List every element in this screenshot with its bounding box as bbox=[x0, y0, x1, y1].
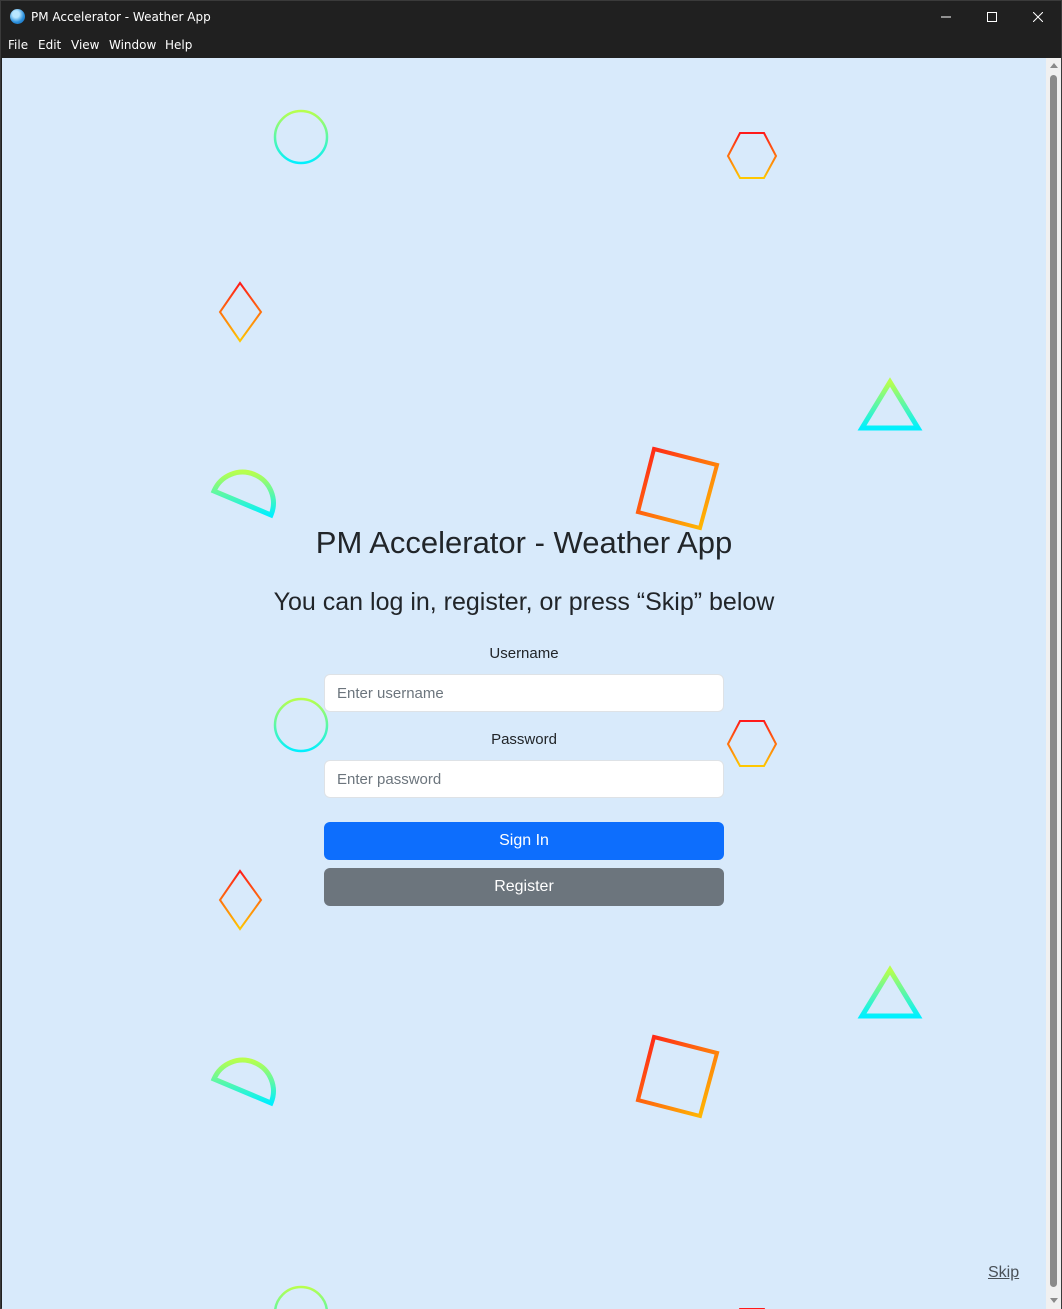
menu-edit[interactable]: Edit bbox=[38, 37, 61, 53]
close-button[interactable] bbox=[1015, 1, 1061, 33]
maximize-button[interactable] bbox=[969, 1, 1015, 33]
login-panel: PM Accelerator - Weather App You can log… bbox=[2, 58, 1046, 1309]
skip-link[interactable]: Skip bbox=[988, 1264, 1019, 1282]
page-title: PM Accelerator - Weather App bbox=[315, 525, 733, 560]
scroll-down-arrow-icon[interactable] bbox=[1050, 1298, 1058, 1303]
scroll-up-arrow-icon[interactable] bbox=[1050, 63, 1058, 68]
scrollbar-thumb[interactable] bbox=[1050, 75, 1057, 1287]
maximize-icon bbox=[987, 12, 997, 22]
password-label: Password bbox=[491, 731, 557, 748]
weather-app-icon bbox=[10, 9, 25, 24]
minimize-icon bbox=[941, 16, 951, 18]
menu-view[interactable]: View bbox=[71, 37, 99, 53]
page-subtitle: You can log in, register, or press “Skip… bbox=[273, 588, 775, 616]
username-input[interactable] bbox=[324, 674, 724, 712]
menu-bar: File Edit View Window Help bbox=[1, 33, 1061, 57]
menu-help[interactable]: Help bbox=[165, 37, 192, 53]
window-title: PM Accelerator - Weather App bbox=[31, 10, 211, 24]
vertical-scrollbar[interactable] bbox=[1046, 58, 1061, 1309]
minimize-button[interactable] bbox=[923, 1, 969, 33]
menu-file[interactable]: File bbox=[8, 37, 28, 53]
menu-window[interactable]: Window bbox=[109, 37, 156, 53]
app-window: PM Accelerator - Weather App File Edit V… bbox=[0, 0, 1062, 1309]
close-icon bbox=[1033, 12, 1043, 22]
register-button[interactable]: Register bbox=[324, 868, 724, 906]
title-bar[interactable]: PM Accelerator - Weather App bbox=[1, 1, 1061, 33]
page-viewport: PM Accelerator - Weather App You can log… bbox=[2, 58, 1046, 1309]
username-label: Username bbox=[489, 645, 559, 662]
password-input[interactable] bbox=[324, 760, 724, 798]
sign-in-button[interactable]: Sign In bbox=[324, 822, 724, 860]
